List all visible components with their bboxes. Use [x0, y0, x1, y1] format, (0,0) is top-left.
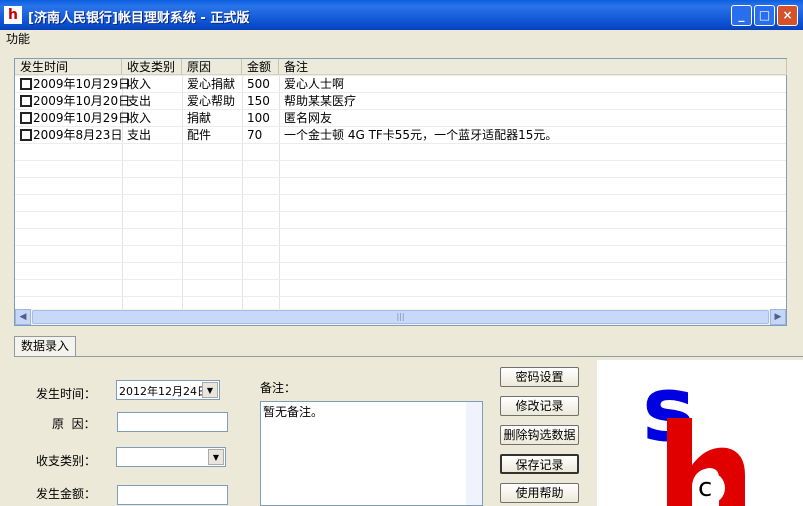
chevron-down-icon[interactable]: ▼: [202, 382, 218, 398]
row-divider: [15, 262, 786, 263]
row-checkbox[interactable]: [20, 95, 32, 107]
note-value: 暂无备注。: [263, 405, 324, 419]
table-cell-col-reason: 捐献: [187, 111, 212, 125]
logo-graphic: s c: [642, 360, 745, 506]
records-list[interactable]: 发生时间 收支类别 原因 金额 备注 2009年10月29日 收入 爱心捐献 500 爱心人士啊 2…: [14, 58, 787, 326]
table-cell-col-reason: 配件: [187, 128, 212, 142]
header-col-type[interactable]: 收支类别: [122, 59, 182, 75]
table-cell-col-reason: 爱心捐献: [187, 77, 236, 91]
table-cell-col-type: 支出: [127, 128, 152, 142]
date-label: 发生时间：: [36, 387, 97, 401]
help-button[interactable]: 使用帮助: [500, 483, 579, 503]
header-col-reason[interactable]: 原因: [182, 59, 242, 75]
row-checkbox[interactable]: [20, 78, 32, 90]
row-divider: [15, 279, 786, 280]
table-cell-col-amount: 150: [247, 94, 270, 108]
row-divider: [15, 160, 786, 161]
reason-label: 原 因：: [52, 417, 96, 431]
title-bar: h [济南人民银行]帐目理财系统 - 正式版 _ □ ×: [0, 0, 803, 30]
table-cell-col-amount: 500: [247, 77, 270, 91]
table-cell-col-date: 2009年10月20日: [15, 93, 130, 110]
header-col-amount[interactable]: 金额: [242, 59, 279, 75]
scroll-right-icon[interactable]: ▶: [770, 309, 786, 325]
scroll-thumb[interactable]: |||: [32, 310, 769, 324]
menu-bar: 功能: [0, 30, 803, 48]
row-checkbox[interactable]: [20, 112, 32, 124]
date-picker[interactable]: 2012年12月24日 ▼: [116, 380, 220, 400]
row-divider: [15, 194, 786, 195]
note-textarea[interactable]: 暂无备注。: [260, 401, 483, 506]
minimize-button[interactable]: _: [731, 5, 752, 26]
horizontal-scrollbar[interactable]: ◀ ||| ▶: [15, 309, 786, 325]
scroll-left-icon[interactable]: ◀: [15, 309, 31, 325]
menu-function[interactable]: 功能: [6, 32, 30, 46]
header-col-date[interactable]: 发生时间: [15, 59, 122, 75]
app-icon: h: [4, 6, 22, 24]
table-cell-col-note: 爱心人士啊: [284, 77, 345, 91]
amount-input[interactable]: [117, 485, 228, 505]
header-col-note[interactable]: 备注: [279, 59, 787, 75]
note-scrollbar[interactable]: [466, 402, 482, 505]
maximize-button[interactable]: □: [754, 5, 775, 26]
row-checkbox[interactable]: [20, 129, 32, 141]
logo: s c: [597, 360, 803, 506]
row-divider: [15, 211, 786, 212]
table-cell-col-note: 帮助某某医疗: [284, 94, 357, 108]
type-select[interactable]: ▼: [116, 447, 226, 467]
chevron-down-icon[interactable]: ▼: [208, 449, 224, 465]
table-cell-col-amount: 100: [247, 111, 270, 125]
note-label: 备注：: [260, 381, 297, 395]
table-cell-col-type: 支出: [127, 94, 152, 108]
row-divider: [15, 296, 786, 297]
type-label: 收支类别：: [36, 454, 97, 468]
table-cell-col-date: 2009年10月29日: [15, 76, 130, 93]
save-record-button[interactable]: 保存记录: [500, 454, 579, 474]
row-divider: [15, 177, 786, 178]
table-cell-col-date: 2009年8月23日: [15, 127, 122, 144]
date-value: 2012年12月24日: [119, 385, 208, 398]
amount-label: 发生金额：: [36, 487, 97, 501]
table-cell-col-amount: 70: [247, 128, 263, 142]
window-title: [济南人民银行]帐目理财系统 - 正式版: [28, 11, 250, 26]
table-cell-col-type: 收入: [127, 77, 152, 91]
table-cell-col-note: 一个金士顿 4G TF卡55元，一个蓝牙适配器15元。: [284, 128, 558, 142]
row-divider: [15, 245, 786, 246]
svg-text:c: c: [698, 473, 712, 503]
table-cell-col-note: 匿名网友: [284, 111, 333, 125]
edit-record-button[interactable]: 修改记录: [500, 396, 579, 416]
table-cell-col-type: 收入: [127, 111, 152, 125]
tab-data-entry[interactable]: 数据录入: [14, 336, 76, 357]
table-cell-col-date: 2009年10月29日: [15, 110, 130, 127]
close-button[interactable]: ×: [777, 5, 798, 26]
reason-input[interactable]: [117, 412, 228, 432]
password-settings-button[interactable]: 密码设置: [500, 367, 579, 387]
table-cell-col-reason: 爱心帮助: [187, 94, 236, 108]
row-divider: [15, 228, 786, 229]
delete-checked-button[interactable]: 删除钩选数据: [500, 425, 579, 445]
